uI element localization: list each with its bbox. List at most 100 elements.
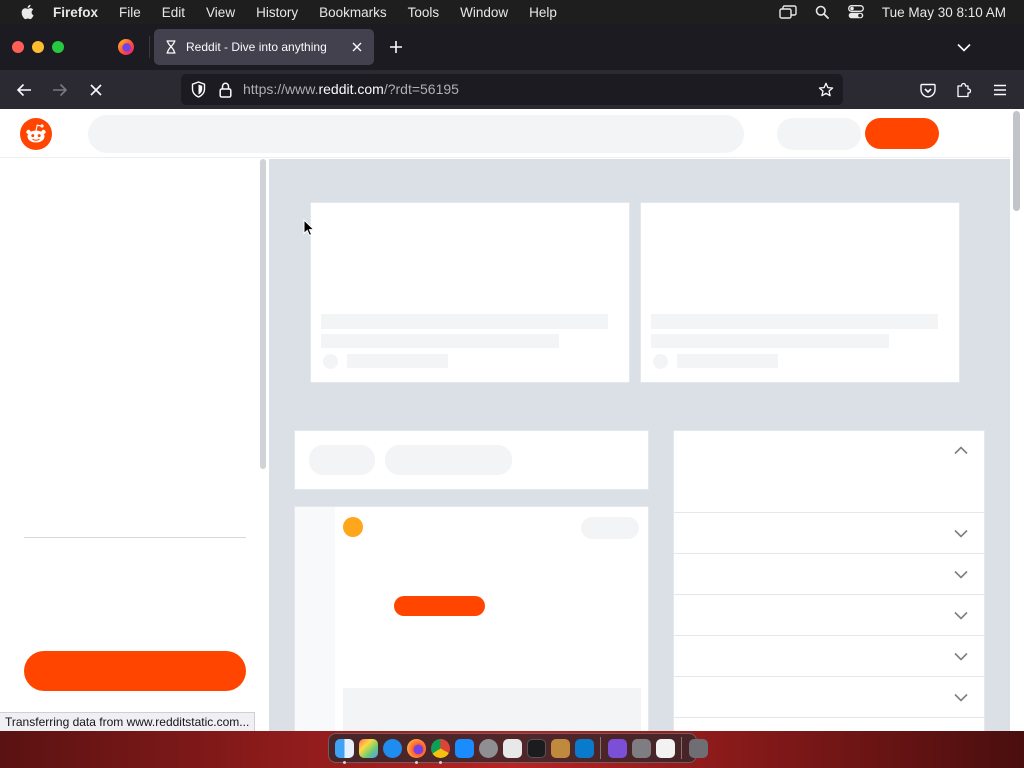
text-line-placeholder bbox=[677, 354, 778, 368]
running-indicator bbox=[342, 760, 346, 764]
system-settings-icon[interactable] bbox=[478, 738, 498, 758]
accordion-section-collapsed[interactable] bbox=[674, 514, 984, 554]
terminal-icon[interactable] bbox=[526, 738, 546, 758]
list-all-tabs-chevron-icon[interactable] bbox=[953, 36, 975, 58]
preview-icon[interactable] bbox=[631, 738, 651, 758]
menu-edit[interactable]: Edit bbox=[162, 5, 185, 20]
address-bar[interactable]: https://www.reddit.com/?rdt=56195 bbox=[181, 74, 843, 105]
browser-tab-strip: Reddit - Dive into anything bbox=[0, 24, 1024, 70]
join-button-placeholder bbox=[581, 517, 639, 539]
menu-history[interactable]: History bbox=[256, 5, 298, 20]
menu-help[interactable]: Help bbox=[529, 5, 557, 20]
page-scrollbar[interactable] bbox=[1010, 109, 1024, 731]
sidebar-cta-button-placeholder bbox=[24, 651, 246, 691]
apple-icon[interactable] bbox=[18, 0, 36, 24]
visual-studio-icon[interactable] bbox=[607, 738, 627, 758]
text-line-placeholder bbox=[651, 314, 938, 329]
tab-separator bbox=[149, 36, 150, 58]
running-indicator bbox=[414, 760, 418, 764]
paintbrush-icon[interactable] bbox=[550, 738, 570, 758]
sort-bar-placeholder bbox=[294, 430, 649, 490]
pinned-firefox-tab[interactable] bbox=[108, 30, 144, 64]
loading-hourglass-icon bbox=[163, 39, 179, 55]
text-line-placeholder bbox=[651, 334, 889, 348]
stop-loading-icon[interactable] bbox=[83, 77, 109, 103]
chevron-down-icon[interactable] bbox=[954, 611, 968, 620]
text-line-placeholder bbox=[321, 314, 608, 329]
accordion-section-collapsed[interactable] bbox=[674, 555, 984, 595]
textedit-icon[interactable] bbox=[655, 738, 675, 758]
url-text[interactable]: https://www.reddit.com/?rdt=56195 bbox=[243, 81, 459, 97]
url-path: /?rdt=56195 bbox=[383, 81, 459, 97]
left-sidebar-scrollbar[interactable] bbox=[258, 159, 268, 519]
url-prefix: https://www. bbox=[243, 81, 319, 97]
chevron-down-icon[interactable] bbox=[954, 570, 968, 579]
forward-arrow-icon[interactable] bbox=[47, 77, 73, 103]
accordion-section-expanded[interactable] bbox=[674, 431, 984, 513]
webpage-viewport bbox=[0, 109, 1024, 731]
window-minimize-button[interactable] bbox=[32, 41, 44, 53]
avatar-placeholder bbox=[323, 354, 338, 369]
browser-nav-bar: https://www.reddit.com/?rdt=56195 bbox=[0, 70, 1024, 109]
extensions-puzzle-icon[interactable] bbox=[951, 77, 977, 103]
launchpad-icon[interactable] bbox=[358, 738, 378, 758]
app-menu-hamburger-icon[interactable] bbox=[987, 77, 1013, 103]
left-sidebar-scroll-thumb[interactable] bbox=[260, 159, 266, 469]
sort-chip-placeholder bbox=[309, 445, 375, 475]
search-bar-placeholder bbox=[88, 115, 744, 153]
dock-separator bbox=[681, 737, 682, 759]
tab-reddit[interactable]: Reddit - Dive into anything bbox=[154, 29, 374, 65]
bookmark-star-icon[interactable] bbox=[815, 79, 837, 101]
url-host: reddit.com bbox=[318, 81, 384, 97]
mouse-pointer-icon bbox=[303, 219, 315, 237]
loading-spinner-dot bbox=[343, 517, 363, 537]
trash-icon[interactable] bbox=[688, 738, 708, 758]
page-scroll-thumb[interactable] bbox=[1013, 111, 1020, 211]
back-arrow-icon[interactable] bbox=[11, 77, 37, 103]
menu-window[interactable]: Window bbox=[460, 5, 508, 20]
chevron-down-icon[interactable] bbox=[954, 693, 968, 702]
menu-bookmarks[interactable]: Bookmarks bbox=[319, 5, 387, 20]
menu-file[interactable]: File bbox=[119, 5, 141, 20]
chevron-up-icon[interactable] bbox=[954, 446, 968, 455]
app-store-icon[interactable] bbox=[454, 738, 474, 758]
chevron-down-icon[interactable] bbox=[954, 529, 968, 538]
menu-view[interactable]: View bbox=[206, 5, 235, 20]
new-tab-plus-icon[interactable] bbox=[385, 36, 407, 58]
pocket-icon[interactable] bbox=[915, 77, 941, 103]
media-placeholder bbox=[343, 688, 641, 731]
firefox-icon[interactable] bbox=[406, 738, 426, 764]
spotlight-search-icon[interactable] bbox=[812, 0, 832, 24]
reddit-logo-icon[interactable] bbox=[20, 118, 52, 150]
macos-dock bbox=[328, 733, 708, 764]
chrome-icon[interactable] bbox=[430, 738, 450, 764]
window-zoom-button[interactable] bbox=[52, 41, 64, 53]
left-sidebar bbox=[0, 159, 256, 731]
menu-app-name[interactable]: Firefox bbox=[53, 5, 98, 20]
text-line-placeholder bbox=[347, 354, 448, 368]
avatar-placeholder bbox=[653, 354, 668, 369]
dock-separator bbox=[600, 737, 601, 759]
tracking-protection-shield-icon[interactable] bbox=[189, 80, 207, 99]
login-button-placeholder bbox=[777, 118, 861, 150]
vscode-icon[interactable] bbox=[574, 738, 594, 758]
control-center-icon[interactable] bbox=[846, 0, 866, 24]
window-close-button[interactable] bbox=[12, 41, 24, 53]
right-sidebar-accordion bbox=[673, 430, 985, 731]
menu-tools[interactable]: Tools bbox=[408, 5, 440, 20]
secure-lock-icon[interactable] bbox=[217, 80, 233, 99]
accordion-section-collapsed[interactable] bbox=[674, 678, 984, 718]
tab-close-icon[interactable] bbox=[346, 36, 368, 58]
screen-mirroring-icon[interactable] bbox=[778, 0, 798, 24]
sidebar-divider bbox=[24, 537, 246, 538]
orange-bar-placeholder bbox=[394, 596, 485, 616]
script-editor-icon[interactable] bbox=[502, 738, 522, 758]
post-card-placeholder bbox=[294, 506, 649, 731]
accordion-section-collapsed[interactable] bbox=[674, 637, 984, 677]
menu-bar-clock[interactable]: Tue May 30 8:10 AM bbox=[882, 5, 1006, 20]
finder-icon[interactable] bbox=[334, 738, 354, 764]
main-feed-area bbox=[269, 159, 1010, 731]
safari-icon[interactable] bbox=[382, 738, 402, 758]
chevron-down-icon[interactable] bbox=[954, 652, 968, 661]
accordion-section-collapsed[interactable] bbox=[674, 596, 984, 636]
